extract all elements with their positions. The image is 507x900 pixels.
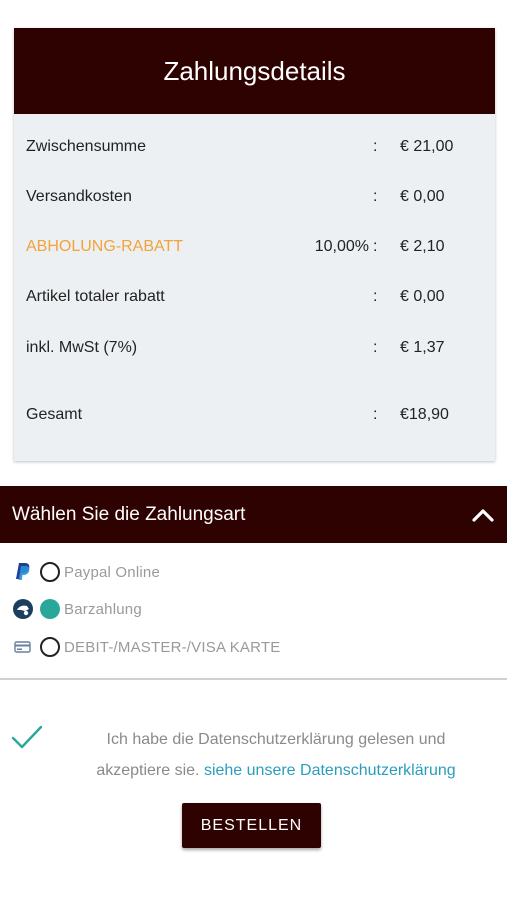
card-radio[interactable] xyxy=(40,637,60,657)
pickup-discount-pct: 10,00% xyxy=(314,238,369,255)
item-discount-row: Artikel totaler rabatt : € 0,00 xyxy=(26,285,483,309)
paypal-radio[interactable] xyxy=(40,562,60,582)
payment-option-card[interactable]: DEBIT-/MASTER-/VISA KARTE xyxy=(12,635,280,659)
card-label: DEBIT-/MASTER-/VISA KARTE xyxy=(64,638,281,656)
payment-option-cash[interactable]: Barzahlung xyxy=(12,597,142,621)
privacy-policy-link[interactable]: siehe unsere Datenschutzerklärung xyxy=(204,762,456,779)
vat-colon: : xyxy=(373,339,378,356)
subtotal-value: € 21,00 xyxy=(400,138,454,155)
order-button[interactable]: BESTELLEN xyxy=(182,803,321,848)
payment-method-list: Paypal Online Barzahlung DEBIT-/MASTER-/… xyxy=(0,543,507,680)
vat-row: inkl. MwSt (7%) : € 1,37 xyxy=(26,336,483,360)
consent-text-block: Ich habe die Datenschutzerklärung gelese… xyxy=(70,724,482,786)
paypal-icon xyxy=(12,561,34,583)
credit-card-icon xyxy=(12,636,34,658)
payment-details-header: Zahlungsdetails xyxy=(14,28,495,114)
checkmark-icon[interactable] xyxy=(11,724,43,755)
payment-details-title: Zahlungsdetails xyxy=(163,55,346,86)
payment-method-title: Wählen Sie die Zahlungsart xyxy=(12,503,246,525)
shipping-label: Versandkosten xyxy=(26,188,132,205)
shipping-colon: : xyxy=(373,188,378,205)
pickup-discount-label: ABHOLUNG-RABATT xyxy=(26,238,184,255)
item-discount-value: € 0,00 xyxy=(400,288,445,305)
pickup-discount-value: € 2,10 xyxy=(400,238,445,255)
pickup-discount-row: ABHOLUNG-RABATT 10,00% : € 2,10 xyxy=(26,235,483,259)
item-discount-label: Artikel totaler rabatt xyxy=(26,288,165,305)
total-label: Gesamt xyxy=(26,406,83,423)
pickup-discount-colon: : xyxy=(373,238,378,255)
shipping-row: Versandkosten : € 0,00 xyxy=(26,185,483,209)
payment-method-header[interactable]: Wählen Sie die Zahlungsart xyxy=(0,486,507,543)
item-discount-colon: : xyxy=(373,288,378,305)
subtotal-row: Zwischensumme : € 21,00 xyxy=(26,135,483,159)
payment-details-card: Zahlungsdetails Zwischensumme : € 21,00 … xyxy=(14,28,495,461)
paypal-label: Paypal Online xyxy=(64,563,160,581)
cash-radio[interactable] xyxy=(40,599,60,619)
vat-label: inkl. MwSt (7%) xyxy=(26,339,138,356)
chevron-up-icon[interactable] xyxy=(459,486,507,543)
vat-value: € 1,37 xyxy=(400,339,445,356)
subtotal-label: Zwischensumme xyxy=(26,138,147,155)
payment-option-paypal[interactable]: Paypal Online xyxy=(12,560,160,584)
total-colon: : xyxy=(373,406,378,423)
total-row: Gesamt : €18,90 xyxy=(26,403,483,427)
shipping-value: € 0,00 xyxy=(400,188,445,205)
total-value: €18,90 xyxy=(400,406,449,423)
cash-icon xyxy=(12,598,34,620)
cash-label: Barzahlung xyxy=(64,600,142,618)
subtotal-colon: : xyxy=(373,138,378,155)
